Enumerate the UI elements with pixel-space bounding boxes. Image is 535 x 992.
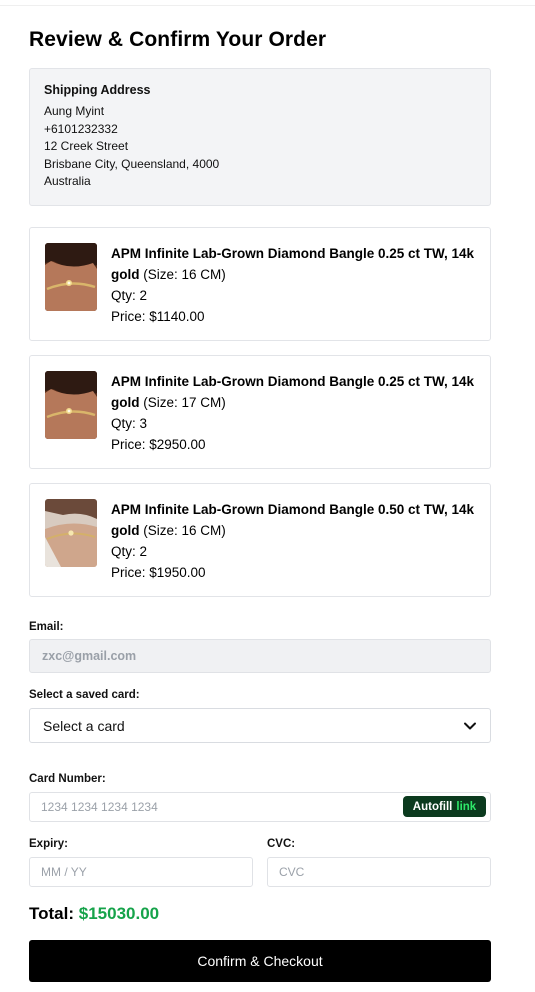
email-field[interactable] [29,639,491,673]
shipping-address-heading: Shipping Address [44,83,151,97]
order-total: Total: $15030.00 [29,904,159,924]
item-qty: Qty: 2 [111,544,148,559]
item-qty: Qty: 3 [111,416,148,431]
item-price: Price: $2950.00 [111,437,206,452]
order-item-info: APM Infinite Lab-Grown Diamond Bangle 0.… [111,243,476,327]
top-divider [0,5,535,6]
email-label: Email: [29,621,64,633]
bangle-photo-icon [45,243,97,311]
order-item-card: APM Infinite Lab-Grown Diamond Bangle 0.… [29,227,491,341]
item-size: (Size: 16 CM) [143,267,226,282]
total-amount: $15030.00 [78,904,160,923]
cvc-input[interactable] [267,857,491,887]
item-price: Price: $1140.00 [111,309,205,324]
order-item-card: APM Infinite Lab-Grown Diamond Bangle 0.… [29,483,491,597]
expiry-input[interactable] [29,857,253,887]
item-size: (Size: 16 CM) [143,523,226,538]
cvc-label: CVC: [267,838,296,850]
confirm-checkout-button[interactable]: Confirm & Checkout [29,940,491,982]
total-label: Total: [29,904,75,923]
item-qty: Qty: 2 [111,288,148,303]
order-item-info: APM Infinite Lab-Grown Diamond Bangle 0.… [111,371,476,455]
card-number-label: Card Number: [29,773,106,785]
shipping-city: Brisbane City, Queensland, 4000 [44,156,220,171]
order-item-info: APM Infinite Lab-Grown Diamond Bangle 0.… [111,499,476,583]
autofill-link-button[interactable]: Autofill link [403,796,486,817]
bangle-photo-icon [45,499,97,567]
page-title: Review & Confirm Your Order [29,28,327,51]
shipping-address-box: Shipping Address Aung Myint +6101232332 … [29,68,491,206]
chevron-down-icon [464,722,476,729]
saved-card-label: Select a saved card: [29,689,140,701]
shipping-street: 12 Creek Street [44,139,129,153]
bangle-photo-icon [45,371,97,439]
item-price: Price: $1950.00 [111,565,206,580]
shipping-name: Aung Myint [44,104,105,118]
autofill-text: Autofill [412,800,453,813]
saved-card-selected-value: Select a card [43,717,125,734]
shipping-phone: +6101232332 [44,121,118,136]
expiry-label: Expiry: [29,838,68,850]
link-logo-text: link [456,800,477,813]
item-size: (Size: 17 CM) [143,395,226,410]
order-item-card: APM Infinite Lab-Grown Diamond Bangle 0.… [29,355,491,469]
shipping-country: Australia [44,174,91,188]
saved-card-select[interactable]: Select a card [29,708,491,743]
